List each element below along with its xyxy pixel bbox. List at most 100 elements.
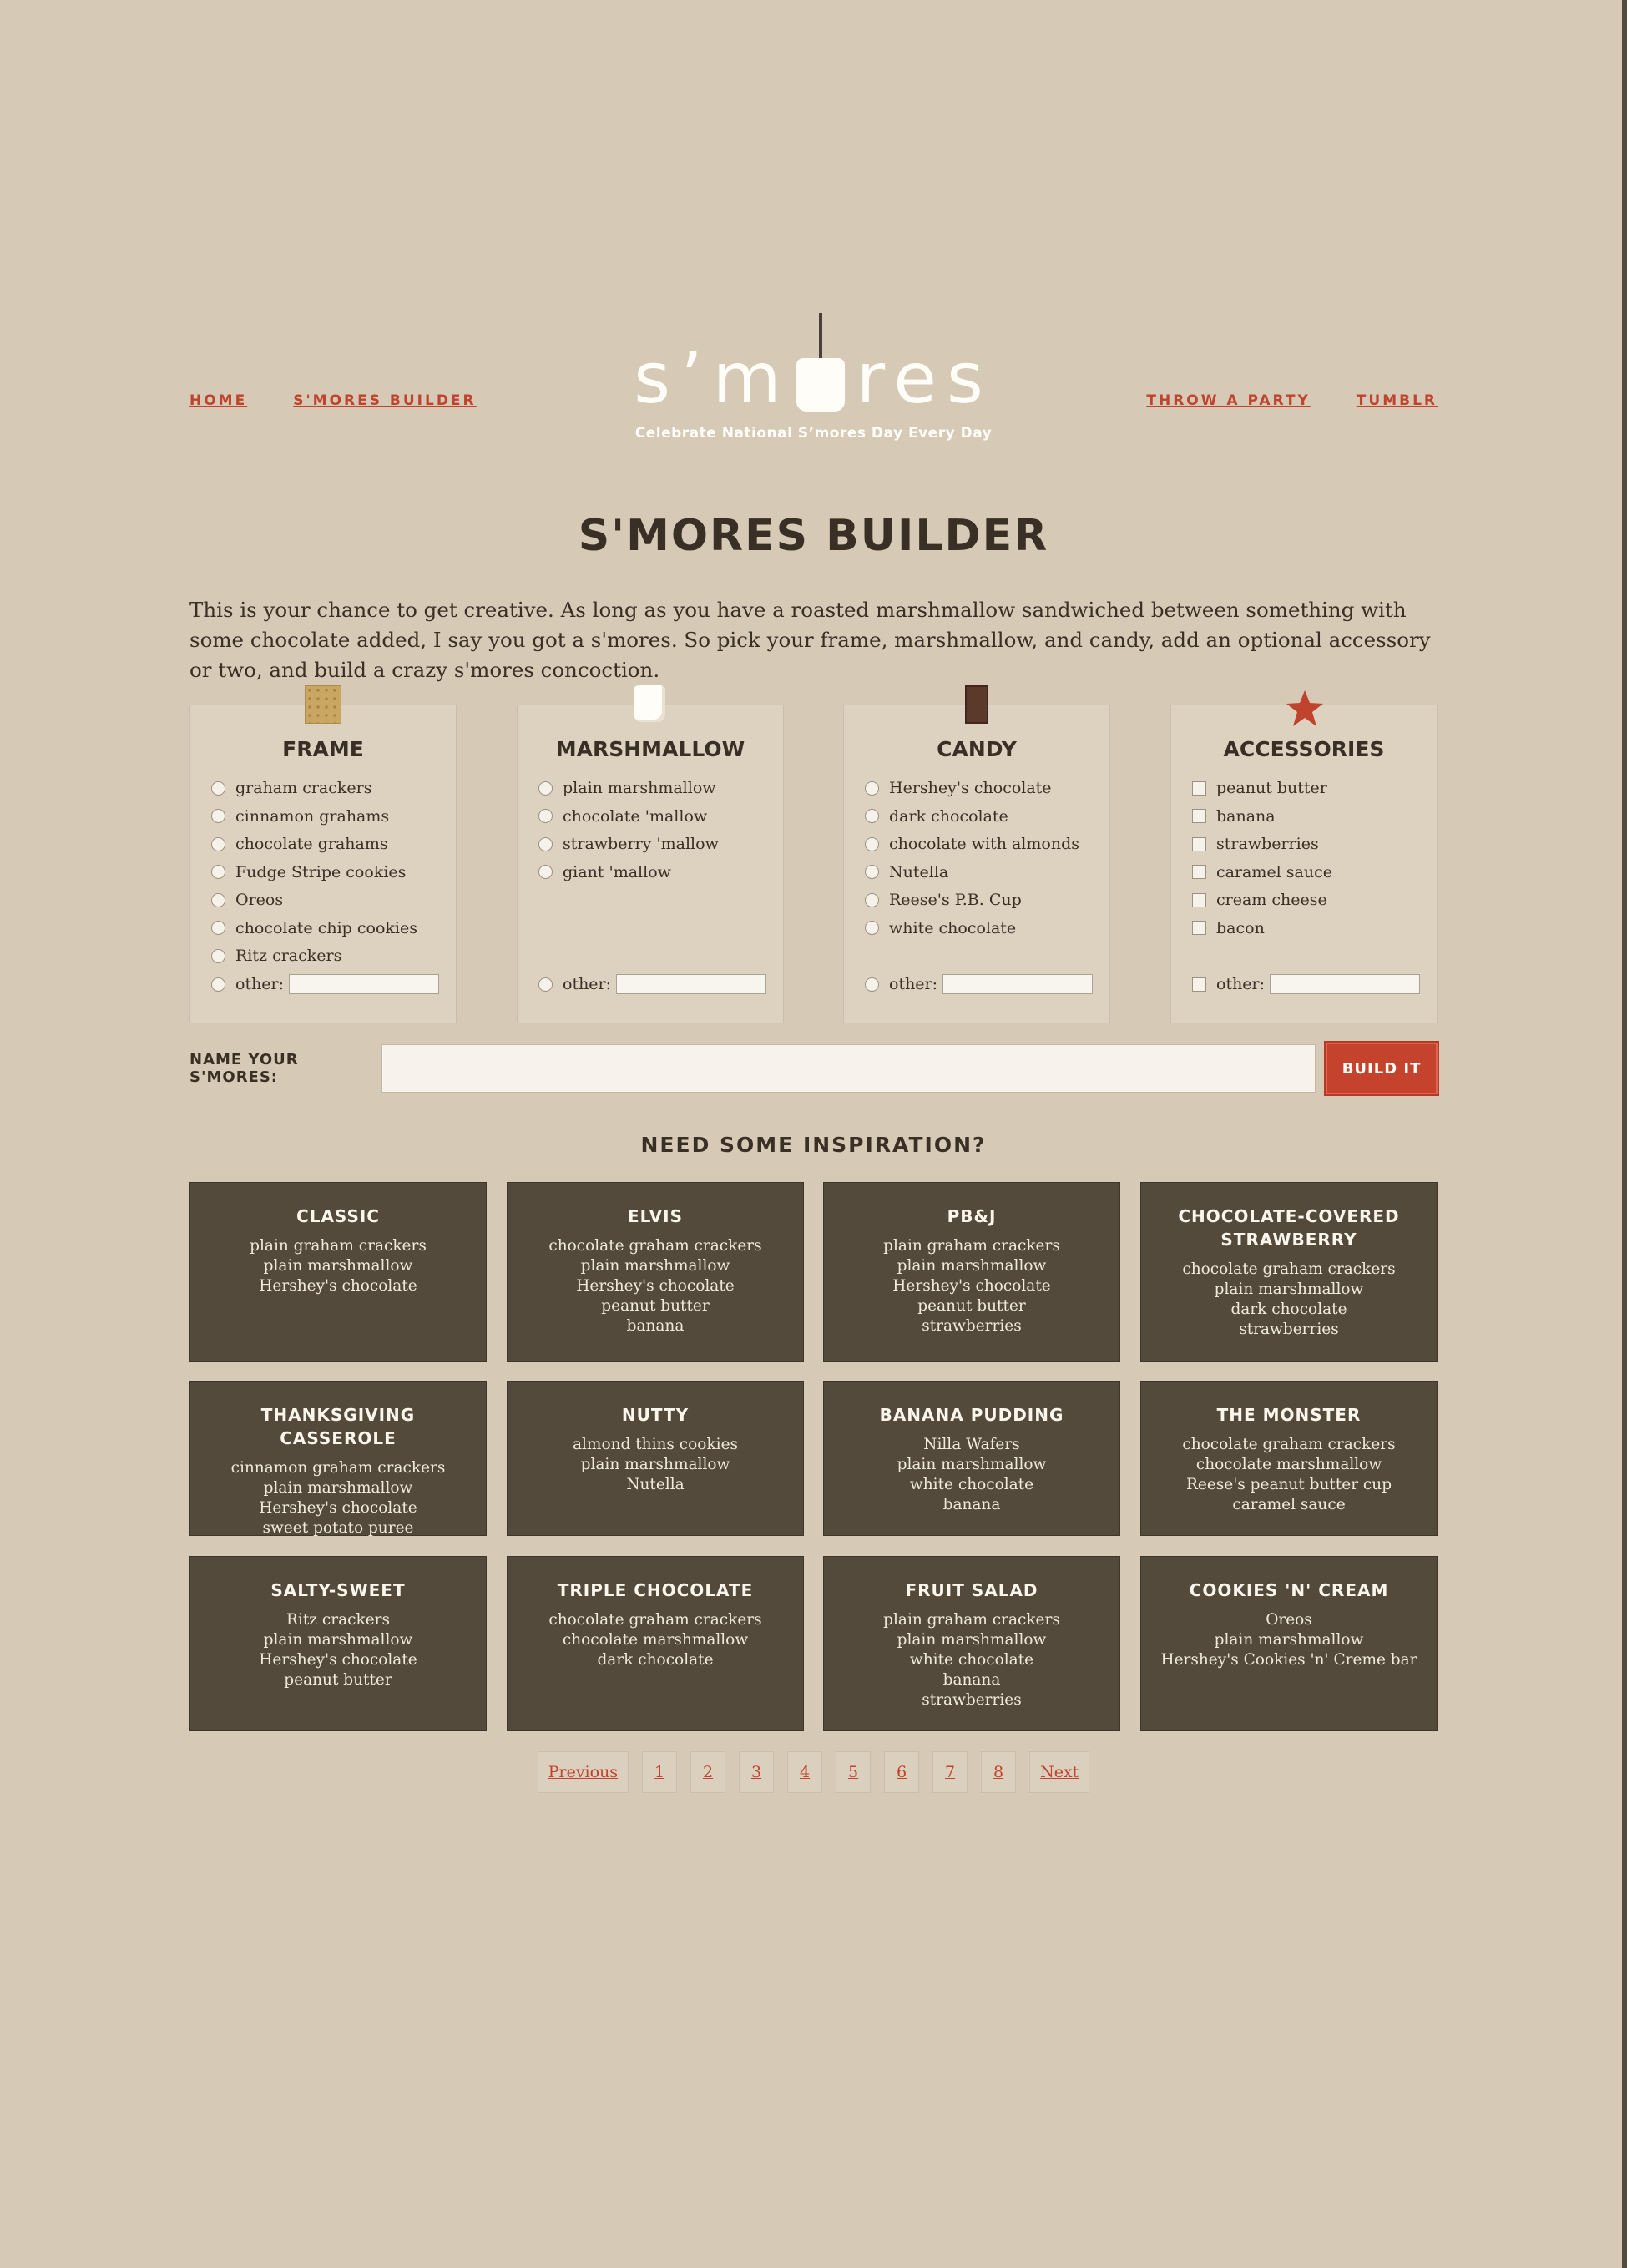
pagination-page-link[interactable]: 6 xyxy=(884,1751,920,1793)
recipe-card[interactable]: CLASSIC plain graham crackers plain marshm… xyxy=(189,1182,487,1362)
frame-option[interactable]: Oreos xyxy=(211,891,283,909)
marshmallow-other-input[interactable] xyxy=(616,974,767,994)
candy-radio[interactable] xyxy=(865,836,879,851)
frame-radio[interactable] xyxy=(211,809,225,823)
marshmallow-option[interactable]: chocolate 'mallow xyxy=(538,807,707,826)
frame-option[interactable]: chocolate grahams xyxy=(211,835,388,853)
pagination-previous-link[interactable]: Previous xyxy=(537,1751,629,1793)
nav-tumblr-link[interactable]: TUMBLR xyxy=(1357,392,1438,409)
frame-option-label: cinnamon grahams xyxy=(235,806,390,826)
marshmallow-option[interactable]: giant 'mallow xyxy=(538,863,671,881)
marshmallow-other-radio[interactable] xyxy=(538,977,553,992)
accessories-checkbox[interactable] xyxy=(1192,892,1206,907)
frame-radio[interactable] xyxy=(211,948,225,963)
recipe-card[interactable]: FRUIT SALAD plain graham crackers plain ma… xyxy=(823,1556,1120,1731)
pagination-page-link[interactable]: 7 xyxy=(932,1751,968,1793)
recipe-card[interactable]: NUTTY almond thins cookies plain marshmall… xyxy=(507,1381,804,1536)
frame-radio[interactable] xyxy=(211,921,225,935)
marshmallow-other-option[interactable]: other: xyxy=(538,974,767,994)
frame-option[interactable]: Ritz crackers xyxy=(211,947,341,965)
frame-other-input[interactable] xyxy=(289,974,440,994)
accessories-other-option[interactable]: other: xyxy=(1192,974,1421,994)
recipe-card[interactable]: CHOCOLATE-COVERED STRAWBERRY chocolate gr… xyxy=(1140,1182,1438,1362)
pagination-page-link[interactable]: 8 xyxy=(981,1751,1017,1793)
accessories-checkbox[interactable] xyxy=(1192,921,1206,935)
accessories-option[interactable]: banana xyxy=(1192,807,1276,826)
candy-other-input[interactable] xyxy=(942,974,1094,994)
accessories-option-label: cream cheese xyxy=(1216,891,1327,909)
accessories-checkbox[interactable] xyxy=(1192,836,1206,851)
candy-radio[interactable] xyxy=(865,865,879,879)
pagination-page-link[interactable]: 3 xyxy=(739,1751,775,1793)
page-title: S'MORES BUILDER xyxy=(578,511,1049,561)
candy-radio[interactable] xyxy=(865,921,879,935)
accessories-checkbox[interactable] xyxy=(1192,865,1206,879)
pagination-page-link[interactable]: 5 xyxy=(836,1751,872,1793)
graham-cracker-icon xyxy=(305,685,341,724)
marshmallow-option[interactable]: plain marshmallow xyxy=(538,779,716,797)
accessories-option[interactable]: caramel sauce xyxy=(1192,863,1332,881)
marshmallow-radio[interactable] xyxy=(538,809,553,823)
frame-option[interactable]: graham crackers xyxy=(211,779,371,797)
accessories-other-input[interactable] xyxy=(1270,974,1421,994)
recipe-card[interactable]: TRIPLE CHOCOLATE chocolate graham cracker… xyxy=(507,1556,804,1731)
recipe-card[interactable]: PB&J plain graham crackers plain marshmall… xyxy=(823,1182,1120,1362)
accessories-checkbox[interactable] xyxy=(1192,809,1206,823)
marshmallow-radio[interactable] xyxy=(538,836,553,851)
frame-other-option[interactable]: other: xyxy=(211,974,440,994)
recipe-ingredient: cinnamon graham crackers xyxy=(230,1459,446,1477)
accessories-option[interactable]: peanut butter xyxy=(1192,779,1327,797)
pagination: Previous 1 2 3 4 5 6 7 8 Next xyxy=(189,1751,1438,1793)
recipe-ingredient: dark chocolate xyxy=(1230,1301,1347,1318)
marshmallow-option[interactable]: strawberry 'mallow xyxy=(538,835,719,853)
pagination-page-link[interactable]: 4 xyxy=(787,1751,823,1793)
recipe-card[interactable]: BANANA PUDDING Nilla Wafers plain marshmal… xyxy=(823,1381,1120,1536)
candy-option-label: Nutella xyxy=(889,862,949,881)
candy-radio[interactable] xyxy=(865,809,879,823)
frame-radio[interactable] xyxy=(211,836,225,851)
frame-radio[interactable] xyxy=(211,892,225,907)
candy-option[interactable]: white chocolate xyxy=(865,919,1016,937)
candy-radio[interactable] xyxy=(865,780,879,796)
recipe-card-title: SALTY-SWEET xyxy=(270,1580,406,1600)
pagination-page-link[interactable]: 1 xyxy=(642,1751,678,1793)
candy-radio[interactable] xyxy=(865,892,879,907)
accessories-checkbox[interactable] xyxy=(1192,780,1206,796)
frame-option[interactable]: chocolate chip cookies xyxy=(211,919,417,937)
accessories-option[interactable]: bacon xyxy=(1192,919,1265,937)
frame-radio[interactable] xyxy=(211,780,225,796)
candy-other-radio[interactable] xyxy=(865,977,879,992)
candy-option[interactable]: Nutella xyxy=(865,863,948,881)
recipe-card[interactable]: COOKIES 'N' CREAM Oreos plain marshmallow H… xyxy=(1140,1556,1438,1731)
candy-option[interactable]: chocolate with almonds xyxy=(865,835,1079,853)
recipe-card[interactable]: THANKSGIVING CASSEROLE cinnamon graham cr… xyxy=(189,1381,487,1537)
recipe-card-title: THE MONSTER xyxy=(1216,1405,1362,1425)
candy-option[interactable]: dark chocolate xyxy=(865,807,1008,826)
build-it-button[interactable]: BUILD IT xyxy=(1326,1043,1438,1094)
recipe-card[interactable]: THE MONSTER chocolate graham crackers choc… xyxy=(1140,1381,1438,1536)
recipe-ingredient: plain marshmallow xyxy=(897,1456,1047,1473)
recipe-card[interactable]: ELVIS chocolate graham crackers plain mars… xyxy=(507,1182,804,1362)
recipe-card[interactable]: SALTY-SWEET Ritz crackers plain marshmallo… xyxy=(189,1556,487,1731)
pagination-next-link[interactable]: Next xyxy=(1029,1751,1090,1793)
candy-other-option[interactable]: other: xyxy=(865,974,1094,994)
nav-throw-a-party-link[interactable]: THROW A PARTY xyxy=(1146,392,1310,409)
recipe-ingredient: peanut butter xyxy=(284,1671,392,1689)
accessories-other-checkbox[interactable] xyxy=(1192,977,1206,992)
marshmallow-radio[interactable] xyxy=(538,780,553,796)
smores-name-input[interactable] xyxy=(381,1044,1316,1093)
accessories-option[interactable]: strawberries xyxy=(1192,835,1319,853)
frame-option[interactable]: Fudge Stripe cookies xyxy=(211,863,406,881)
frame-option[interactable]: cinnamon grahams xyxy=(211,807,389,826)
recipe-ingredient: Hershey's Cookies 'n' Creme bar xyxy=(1160,1651,1417,1669)
candy-option[interactable]: Reese's P.B. Cup xyxy=(865,891,1022,909)
pagination-page-link[interactable]: 2 xyxy=(690,1751,726,1793)
frame-radio[interactable] xyxy=(211,865,225,879)
candy-option[interactable]: Hershey's chocolate xyxy=(865,779,1052,797)
frame-other-radio[interactable] xyxy=(211,977,225,992)
accessories-option[interactable]: cream cheese xyxy=(1192,891,1327,909)
marshmallow-radio[interactable] xyxy=(538,865,553,879)
recipe-ingredient: plain marshmallow xyxy=(897,1257,1047,1275)
site-logo[interactable]: s’m res Celebrate National S’mores Day E… xyxy=(189,313,1438,442)
recipe-ingredient: plain marshmallow xyxy=(897,1631,1047,1649)
